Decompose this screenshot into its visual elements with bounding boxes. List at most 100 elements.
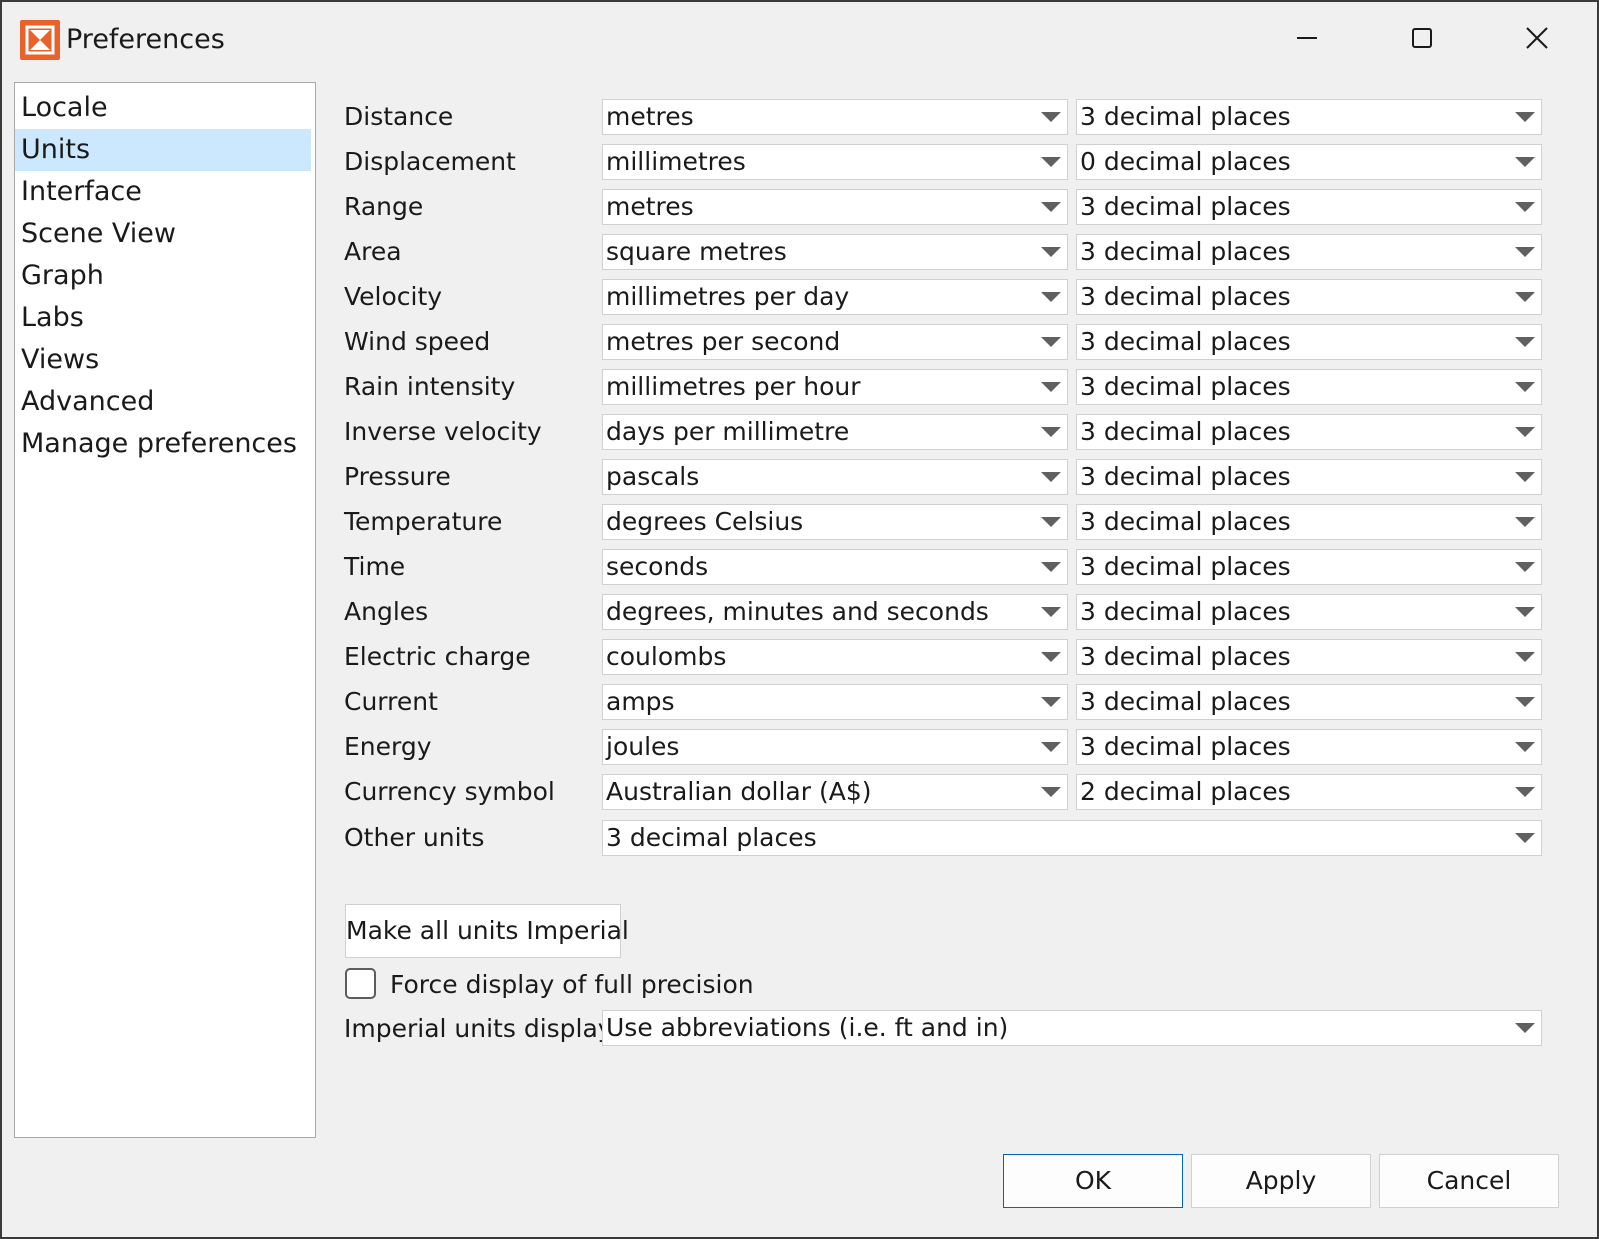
- force-full-precision-checkbox[interactable]: [345, 968, 376, 999]
- wind-speed-label: Wind speed: [344, 327, 491, 356]
- select-value: 3 decimal places: [1080, 687, 1291, 716]
- select-value: 3 decimal places: [1080, 732, 1291, 761]
- force-full-precision-label[interactable]: Force display of full precision: [390, 966, 754, 1004]
- area-precision-select[interactable]: 3 decimal places: [1076, 234, 1542, 270]
- chevron-down-icon: [1515, 427, 1535, 437]
- chevron-down-icon: [1515, 382, 1535, 392]
- angles-precision-select[interactable]: 3 decimal places: [1076, 594, 1542, 630]
- close-button[interactable]: [1482, 10, 1592, 66]
- select-value: days per millimetre: [606, 417, 850, 446]
- displacement-precision-select[interactable]: 0 decimal places: [1076, 144, 1542, 180]
- sidebar-item-scene-view[interactable]: Scene View: [15, 213, 311, 255]
- select-value: millimetres per hour: [606, 372, 861, 401]
- electric-charge-unit-select[interactable]: coulombs: [602, 639, 1068, 675]
- time-unit-select[interactable]: seconds: [602, 549, 1068, 585]
- minimize-button[interactable]: [1252, 10, 1362, 66]
- time-label: Time: [344, 552, 406, 581]
- rain-intensity-unit-select[interactable]: millimetres per hour: [602, 369, 1068, 405]
- chevron-down-icon: [1041, 157, 1061, 167]
- select-value: millimetres: [606, 147, 746, 176]
- sidebar-item-advanced[interactable]: Advanced: [15, 381, 311, 423]
- temperature-unit-select[interactable]: degrees Celsius: [602, 504, 1068, 540]
- inverse-velocity-precision-select[interactable]: 3 decimal places: [1076, 414, 1542, 450]
- sidebar-item-interface[interactable]: Interface: [15, 171, 311, 213]
- chevron-down-icon: [1515, 562, 1535, 572]
- chevron-down-icon: [1041, 382, 1061, 392]
- distance-unit-select[interactable]: metres: [602, 99, 1068, 135]
- select-value: 3 decimal places: [1080, 192, 1291, 221]
- currency-symbol-unit-select[interactable]: Australian dollar (A$): [602, 774, 1068, 810]
- maximize-button[interactable]: [1367, 10, 1477, 66]
- chevron-down-icon: [1515, 247, 1535, 257]
- currency-symbol-label: Currency symbol: [344, 777, 555, 806]
- chevron-down-icon: [1041, 607, 1061, 617]
- current-unit-select[interactable]: amps: [602, 684, 1068, 720]
- make-all-units-imperial-button[interactable]: Make all units Imperial: [345, 904, 629, 958]
- chevron-down-icon: [1515, 607, 1535, 617]
- inverse-velocity-label: Inverse velocity: [344, 417, 542, 446]
- current-precision-select[interactable]: 3 decimal places: [1076, 684, 1542, 720]
- sidebar-item-labs[interactable]: Labs: [15, 297, 311, 339]
- electric-charge-precision-select[interactable]: 3 decimal places: [1076, 639, 1542, 675]
- range-precision-select[interactable]: 3 decimal places: [1076, 189, 1542, 225]
- chevron-down-icon: [1515, 833, 1535, 843]
- wind-speed-precision-select[interactable]: 3 decimal places: [1076, 324, 1542, 360]
- range-unit-select[interactable]: metres: [602, 189, 1068, 225]
- chevron-down-icon: [1041, 112, 1061, 122]
- energy-unit-select[interactable]: joules: [602, 729, 1068, 765]
- sidebar-item-views[interactable]: Views: [15, 339, 311, 381]
- select-value: seconds: [606, 552, 709, 581]
- displacement-unit-select[interactable]: millimetres: [602, 144, 1068, 180]
- velocity-precision-select[interactable]: 3 decimal places: [1076, 279, 1542, 315]
- sidebar-item-manage-preferences[interactable]: Manage preferences: [15, 423, 311, 465]
- energy-precision-select[interactable]: 3 decimal places: [1076, 729, 1542, 765]
- inverse-velocity-unit-select[interactable]: days per millimetre: [602, 414, 1068, 450]
- time-precision-select[interactable]: 3 decimal places: [1076, 549, 1542, 585]
- title-bar[interactable]: Preferences: [2, 2, 1597, 74]
- rain-intensity-precision-select[interactable]: 3 decimal places: [1076, 369, 1542, 405]
- chevron-down-icon: [1041, 697, 1061, 707]
- distance-precision-select[interactable]: 3 decimal places: [1076, 99, 1542, 135]
- chevron-down-icon: [1515, 202, 1535, 212]
- chevron-down-icon: [1041, 562, 1061, 572]
- energy-label: Energy: [344, 732, 432, 761]
- select-value: metres per second: [606, 327, 841, 356]
- angles-unit-select[interactable]: degrees, minutes and seconds: [602, 594, 1068, 630]
- pressure-precision-select[interactable]: 3 decimal places: [1076, 459, 1542, 495]
- imperial-units-display-select[interactable]: Use abbreviations (i.e. ft and in): [602, 1010, 1542, 1046]
- temperature-precision-select[interactable]: 3 decimal places: [1076, 504, 1542, 540]
- apply-button[interactable]: Apply: [1191, 1154, 1371, 1208]
- select-value: 3 decimal places: [1080, 507, 1291, 536]
- select-value: 3 decimal places: [1080, 372, 1291, 401]
- select-value: 3 decimal places: [1080, 417, 1291, 446]
- cancel-button[interactable]: Cancel: [1379, 1154, 1559, 1208]
- velocity-unit-select[interactable]: millimetres per day: [602, 279, 1068, 315]
- sidebar-item-units[interactable]: Units: [15, 129, 311, 171]
- app-logo-icon: [20, 20, 60, 60]
- chevron-down-icon: [1041, 742, 1061, 752]
- ok-button[interactable]: OK: [1003, 1154, 1183, 1208]
- currency-symbol-precision-select[interactable]: 2 decimal places: [1076, 774, 1542, 810]
- pressure-unit-select[interactable]: pascals: [602, 459, 1068, 495]
- imperial-units-display-label: Imperial units display: [344, 1014, 613, 1043]
- select-value: amps: [606, 687, 675, 716]
- chevron-down-icon: [1041, 427, 1061, 437]
- area-unit-select[interactable]: square metres: [602, 234, 1068, 270]
- chevron-down-icon: [1515, 337, 1535, 347]
- preferences-category-list[interactable]: Locale Units Interface Scene View Graph …: [14, 82, 316, 1138]
- wind-speed-unit-select[interactable]: metres per second: [602, 324, 1068, 360]
- preferences-window: Preferences Locale Units Interface Scene…: [0, 0, 1599, 1239]
- angles-label: Angles: [344, 597, 429, 626]
- chevron-down-icon: [1041, 292, 1061, 302]
- chevron-down-icon: [1515, 157, 1535, 167]
- sidebar-item-graph[interactable]: Graph: [15, 255, 311, 297]
- other-units-precision-select[interactable]: 3 decimal places: [602, 820, 1542, 856]
- select-value: metres: [606, 192, 694, 221]
- other-units-label: Other units: [344, 823, 485, 852]
- maximize-icon: [1412, 28, 1432, 48]
- velocity-label: Velocity: [344, 282, 443, 311]
- sidebar-item-locale[interactable]: Locale: [15, 87, 311, 129]
- select-value: Australian dollar (A$): [606, 777, 872, 806]
- select-value: 3 decimal places: [1080, 102, 1291, 131]
- chevron-down-icon: [1515, 742, 1535, 752]
